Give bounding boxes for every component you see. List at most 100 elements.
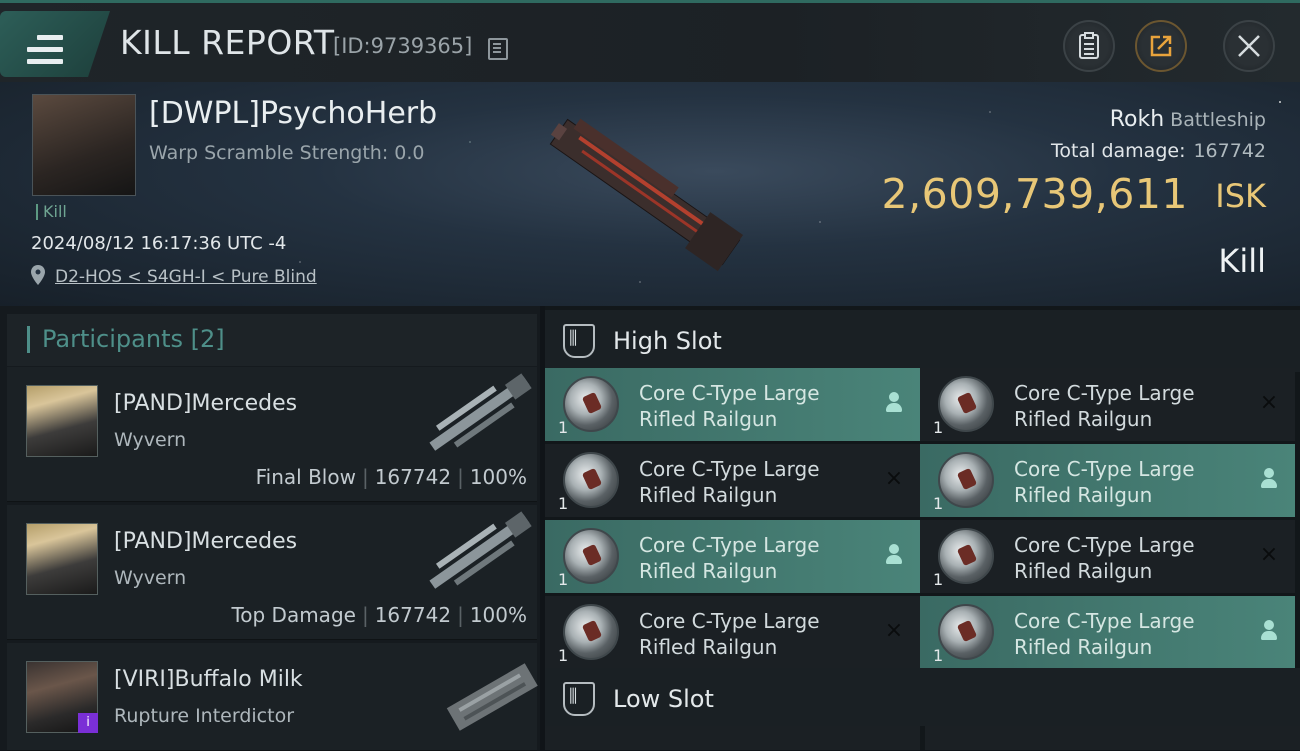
location-pin-icon — [31, 265, 45, 285]
warp-scramble-strength: Warp Scramble Strength: 0.0 — [149, 142, 425, 164]
victim-ship-image[interactable] — [530, 107, 760, 277]
module-item[interactable]: 1 Core C-Type Large Rifled Railgun — [920, 596, 1295, 669]
participants-title-label: Participants — [42, 325, 183, 353]
module-quantity: 1 — [558, 646, 569, 665]
timestamp: 2024/08/12 16:17:36 UTC -4 — [31, 233, 287, 254]
ship-type[interactable]: Rokh Battleship — [1110, 107, 1266, 132]
avatar[interactable] — [26, 523, 98, 595]
module-name: Core C-Type Large Rifled Railgun — [1014, 381, 1195, 431]
total-damage-value: 167742 — [1193, 140, 1266, 162]
avatar[interactable] — [26, 385, 98, 457]
participant-damage: 167742 — [374, 603, 452, 627]
participant-row[interactable]: i [VIRI]Buffalo Milk Rupture Interdictor — [7, 643, 538, 751]
isk-value: 2,609,739,611 — [881, 170, 1188, 218]
participant-stats: Top Damage | 167742 | 100% — [231, 603, 527, 627]
module-item[interactable] — [545, 726, 920, 750]
railgun-icon — [563, 452, 619, 508]
railgun-icon — [563, 376, 619, 432]
participant-ship-image[interactable] — [432, 651, 557, 741]
victim-name[interactable]: [DWPL]PsychoHerb — [149, 96, 437, 131]
module-quantity: 1 — [558, 494, 569, 513]
module-name: Core C-Type Large Rifled Railgun — [1014, 533, 1195, 583]
module-item[interactable] — [925, 726, 1300, 750]
interdictor-badge-icon: i — [78, 713, 98, 733]
destroyed-status-icon: × — [1259, 542, 1279, 567]
module-item[interactable]: 1 Core C-Type Large Rifled Railgun × — [920, 368, 1295, 441]
share-button[interactable] — [1135, 20, 1187, 72]
railgun-icon — [938, 604, 994, 660]
module-item[interactable]: 1 Core C-Type Large Rifled Railgun × — [545, 596, 920, 669]
high-slot-header: High Slot — [545, 310, 1300, 372]
kill-result-label: Kill — [1218, 242, 1266, 280]
high-slot-icon — [563, 324, 595, 358]
report-id: [ID:9739365] — [333, 34, 473, 58]
low-slot-header: Low Slot — [545, 668, 1300, 726]
participant-name[interactable]: [PAND]Mercedes — [114, 391, 297, 416]
railgun-icon — [563, 604, 619, 660]
participant-ship-image[interactable] — [417, 507, 542, 597]
destroyed-status-icon: × — [884, 618, 904, 643]
ship-class: Battleship — [1170, 109, 1266, 131]
clipboard-icon — [1079, 32, 1099, 59]
module-name: Core C-Type Large Rifled Railgun — [639, 609, 820, 659]
participant-row[interactable]: [PAND]Mercedes Wyvern Final Blow | 167742 |… — [7, 367, 537, 502]
railgun-icon — [938, 376, 994, 432]
module-item[interactable]: 1 Core C-Type Large Rifled Railgun — [545, 368, 920, 441]
participant-ship: Wyvern — [114, 567, 187, 589]
avatar[interactable]: i — [26, 661, 98, 733]
clipboard-button[interactable] — [1063, 20, 1115, 72]
participant-role: Final Blow — [255, 465, 356, 489]
railgun-icon — [563, 528, 619, 584]
total-damage: Total damage: 167742 — [1051, 140, 1266, 162]
railgun-icon — [938, 528, 994, 584]
fitting-panel: High Slot 1 Core C-Type LargeRifled Rail… — [545, 306, 1300, 750]
module-name: Core C-Type Large Rifled Railgun — [1014, 609, 1195, 659]
participant-name[interactable]: [VIRI]Buffalo Milk — [114, 667, 303, 692]
low-slot-title: Low Slot — [613, 685, 714, 713]
victim-summary: [DWPL]PsychoHerb Warp Scramble Strength:… — [0, 82, 1300, 306]
share-icon — [1150, 35, 1172, 57]
module-quantity: 1 — [933, 570, 944, 589]
fitted-status-icon — [1257, 467, 1281, 491]
participant-percent: 100% — [469, 603, 527, 627]
module-quantity: 1 — [558, 418, 569, 437]
participant-role: Top Damage — [231, 603, 356, 627]
railgun-icon — [938, 452, 994, 508]
copy-icon[interactable] — [488, 38, 508, 60]
participant-row[interactable]: [PAND]Mercedes Wyvern Top Damage | 167742 |… — [7, 505, 537, 640]
total-damage-label: Total damage: — [1051, 140, 1186, 162]
module-name: Core C-Type Large Rifled Railgun — [639, 533, 820, 583]
kill-tag: Kill — [36, 204, 67, 220]
participants-header: Participants [2] — [7, 314, 537, 366]
destroyed-status-icon: × — [884, 466, 904, 491]
module-quantity: 1 — [933, 494, 944, 513]
participant-stats: Final Blow | 167742 | 100% — [255, 465, 527, 489]
module-item[interactable]: 1 Core C-Type Large Rifled Railgun × — [545, 444, 920, 517]
participants-panel: Participants [2] [PAND]Mercedes Wyvern F… — [0, 306, 540, 751]
victim-avatar[interactable] — [32, 94, 136, 196]
participant-ship-image[interactable] — [417, 369, 542, 459]
low-slot-icon — [563, 682, 595, 716]
high-slot-title: High Slot — [613, 327, 722, 355]
fitted-status-icon — [882, 391, 906, 415]
menu-button[interactable] — [0, 11, 110, 77]
close-icon — [1238, 35, 1260, 57]
close-button[interactable] — [1223, 20, 1275, 72]
module-name: Core C-Type Large Rifled Railgun — [639, 457, 820, 507]
participant-name[interactable]: [PAND]Mercedes — [114, 529, 297, 554]
destroyed-status-icon: × — [1259, 390, 1279, 415]
module-quantity: 1 — [933, 646, 944, 665]
module-quantity: 1 — [933, 418, 944, 437]
participant-percent: 100% — [469, 465, 527, 489]
module-item[interactable]: 1 Core C-Type Large Rifled Railgun × — [920, 520, 1295, 593]
participant-ship: Wyvern — [114, 429, 187, 451]
location-link[interactable]: D2-HOS < S4GH-I < Pure Blind — [55, 267, 317, 287]
title-bar: KILL REPORT [ID:9739365] — [0, 0, 1300, 85]
module-item[interactable]: 1 Core C-Type Large Rifled Railgun — [545, 520, 920, 593]
module-quantity: 1 — [558, 570, 569, 589]
participants-title: Participants [2] — [27, 326, 225, 353]
page-title: KILL REPORT — [120, 23, 335, 62]
module-item[interactable]: 1 Core C-Type Large Rifled Railgun — [920, 444, 1295, 517]
participants-count: [2] — [190, 325, 225, 353]
hamburger-icon — [27, 35, 63, 65]
